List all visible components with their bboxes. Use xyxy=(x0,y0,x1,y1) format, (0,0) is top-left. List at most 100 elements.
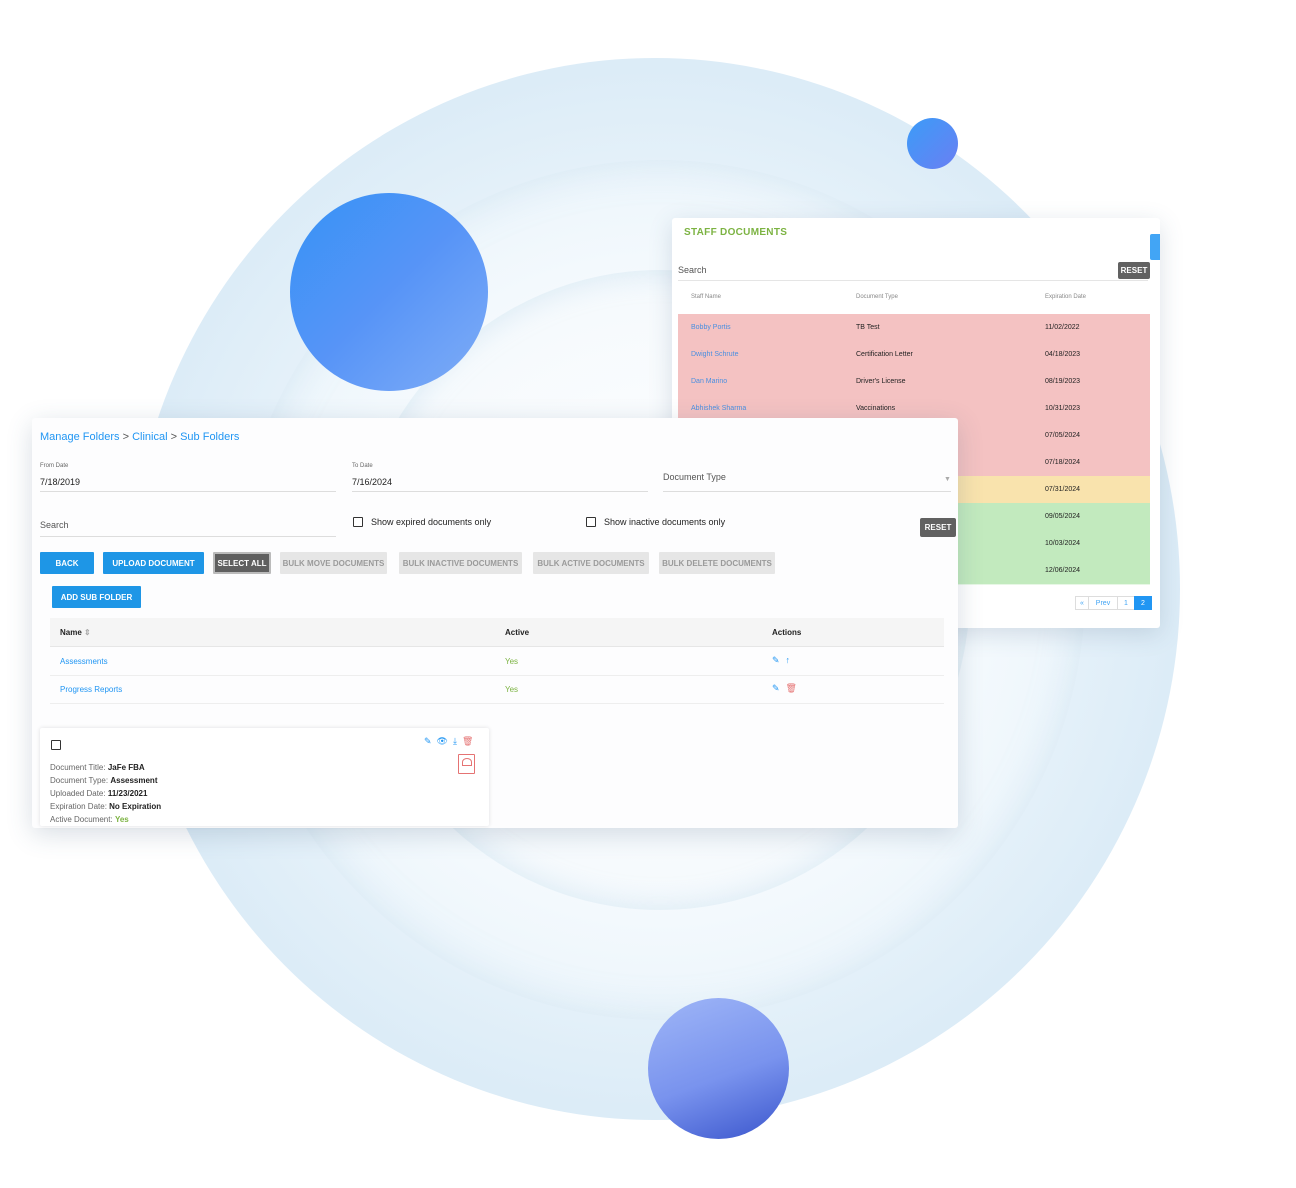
staff-name-link[interactable]: Dwight Schrute xyxy=(691,351,738,358)
show-expired-label: Show expired documents only xyxy=(371,517,492,527)
column-header-name[interactable]: Name ⇕ xyxy=(60,628,91,637)
column-header-name-label: Name xyxy=(60,628,82,637)
uploaded-date-row: Uploaded Date: 11/23/2021 xyxy=(50,789,147,798)
staff-pagination: « Prev 1 2 xyxy=(1075,596,1152,610)
document-title-row: Document Title: JaFe FBA xyxy=(50,763,145,772)
staff-name-link[interactable]: Abhishek Sharma xyxy=(691,405,746,412)
to-date-label: To Date xyxy=(352,463,373,469)
document-select-checkbox[interactable] xyxy=(51,740,61,750)
expiration-date-cell: 12/06/2024 xyxy=(1045,567,1081,574)
folder-table-header xyxy=(50,618,944,647)
breadcrumb-sub-folders: Sub Folders xyxy=(180,431,240,443)
show-inactive-label: Show inactive documents only xyxy=(604,517,726,527)
expiration-date-cell: 11/02/2022 xyxy=(1045,324,1080,331)
add-sub-folder-button[interactable]: ADD SUB FOLDER xyxy=(52,586,141,608)
pagination-prev-button[interactable]: Prev xyxy=(1088,596,1118,610)
document-title-value: JaFe FBA xyxy=(107,763,145,772)
folder-name-link[interactable]: Assessments xyxy=(60,657,108,666)
trash-icon[interactable]: 🗑 xyxy=(462,736,473,747)
document-type-row: Document Type: Assessment xyxy=(50,776,157,785)
expiration-date-cell: 04/18/2023 xyxy=(1045,351,1081,358)
expiration-date-row: Expiration Date: No Expiration xyxy=(50,802,161,811)
search-input[interactable]: Search xyxy=(40,520,69,530)
trash-icon[interactable]: 🗑 xyxy=(786,683,797,694)
document-card: ✎ 👁 ⤓ 🗑 Document Title: JaFe FBA Documen… xyxy=(40,728,489,826)
row-actions: ✎ 🗑 xyxy=(772,683,797,694)
row-actions: ✎ ↑ xyxy=(772,655,790,666)
decorative-sphere-bottom xyxy=(648,998,789,1139)
expiration-date-cell: 08/19/2023 xyxy=(1045,378,1081,385)
search-underline xyxy=(40,536,336,537)
from-date-underline xyxy=(40,491,336,492)
edit-icon[interactable]: ✎ xyxy=(772,655,780,666)
staff-reset-button[interactable]: RESET xyxy=(1118,262,1150,279)
staff-search-input[interactable]: Search xyxy=(678,265,707,275)
document-actions: ✎ 👁 ⤓ 🗑 xyxy=(424,736,473,747)
breadcrumb-manage-folders[interactable]: Manage Folders xyxy=(40,431,120,443)
upload-arrow-icon[interactable]: ↑ xyxy=(786,655,791,666)
show-expired-checkbox[interactable]: Show expired documents only xyxy=(353,517,491,527)
bulk-move-button[interactable]: BULK MOVE DOCUMENTS xyxy=(280,552,387,574)
folder-name-link[interactable]: Progress Reports xyxy=(60,685,122,694)
breadcrumb-separator: > xyxy=(122,431,129,443)
to-date-underline xyxy=(352,491,648,492)
staff-document-row[interactable]: Bobby Portis TB Test 11/02/2022 xyxy=(678,314,1150,342)
breadcrumb-clinical[interactable]: Clinical xyxy=(132,431,167,443)
staff-name-link[interactable]: Dan Marino xyxy=(691,378,727,385)
document-type-cell: Driver's License xyxy=(856,378,906,385)
table-row: Progress Reports Yes ✎ 🗑 xyxy=(50,675,944,704)
document-type-value: Assessment xyxy=(110,776,158,785)
staff-documents-title: STAFF DOCUMENTS xyxy=(684,227,788,238)
staff-search-underline xyxy=(678,280,1148,281)
staff-name-link[interactable]: Bobby Portis xyxy=(691,324,731,331)
pagination-page-1[interactable]: 1 xyxy=(1117,596,1135,610)
eye-icon[interactable]: 👁 xyxy=(437,736,448,747)
staff-document-row[interactable]: Dwight Schrute Certification Letter 04/18/… xyxy=(678,341,1150,369)
panel-side-tab[interactable] xyxy=(1150,234,1160,260)
bulk-inactive-button[interactable]: BULK INACTIVE DOCUMENTS xyxy=(399,552,522,574)
folder-active-status: Yes xyxy=(505,685,519,694)
reset-button[interactable]: RESET xyxy=(920,518,956,537)
show-inactive-checkbox[interactable]: Show inactive documents only xyxy=(586,517,725,527)
expiration-date-cell: 10/03/2024 xyxy=(1045,540,1081,547)
active-document-value: Yes xyxy=(114,815,129,824)
document-type-select[interactable]: Document Type xyxy=(663,472,726,482)
breadcrumb-separator: > xyxy=(170,431,178,443)
pagination-first-button[interactable]: « xyxy=(1075,596,1089,610)
column-header-expiration-date[interactable]: Expiration Date xyxy=(1045,294,1086,300)
from-date-input[interactable]: 7/18/2019 xyxy=(40,477,80,487)
bulk-active-button[interactable]: BULK ACTIVE DOCUMENTS xyxy=(533,552,649,574)
expiration-date-value: No Expiration xyxy=(109,802,162,811)
edit-icon[interactable]: ✎ xyxy=(772,683,780,694)
select-all-button[interactable]: SELECT ALL xyxy=(213,552,271,574)
checkbox-icon[interactable] xyxy=(586,517,596,527)
uploaded-date-value: 11/23/2021 xyxy=(107,789,148,798)
pagination-page-2[interactable]: 2 xyxy=(1134,596,1152,610)
breadcrumb: Manage Folders > Clinical > Sub Folders xyxy=(40,431,239,443)
document-title-label: Document Title: xyxy=(50,763,106,772)
chevron-down-icon[interactable]: ▼ xyxy=(944,476,951,483)
active-document-label: Active Document: xyxy=(50,815,113,824)
expiration-date-label: Expiration Date: xyxy=(50,802,107,811)
column-header-document-type[interactable]: Document Type xyxy=(856,294,898,300)
download-icon[interactable]: ⤓ xyxy=(453,736,457,747)
edit-icon[interactable]: ✎ xyxy=(424,736,432,747)
staff-document-row[interactable]: Dan Marino Driver's License 08/19/2023 xyxy=(678,368,1150,396)
upload-document-button[interactable]: UPLOAD DOCUMENT xyxy=(103,552,204,574)
pdf-file-icon[interactable] xyxy=(458,754,475,774)
decorative-sphere-large xyxy=(290,193,488,391)
folder-active-status: Yes xyxy=(505,657,519,666)
decorative-sphere-small xyxy=(907,118,958,169)
column-header-staff-name[interactable]: Staff Name xyxy=(691,294,721,300)
to-date-input[interactable]: 7/16/2024 xyxy=(352,477,392,487)
back-button[interactable]: BACK xyxy=(40,552,94,574)
document-type-label: Document Type: xyxy=(50,776,109,785)
table-row: Assessments Yes ✎ ↑ xyxy=(50,647,944,676)
expiration-date-cell: 07/05/2024 xyxy=(1045,432,1081,439)
expiration-date-cell: 07/18/2024 xyxy=(1045,459,1081,466)
bulk-delete-button[interactable]: BULK DELETE DOCUMENTS xyxy=(659,552,775,574)
column-header-actions: Actions xyxy=(772,628,802,637)
sort-icon[interactable]: ⇕ xyxy=(84,628,91,637)
active-document-row: Active Document: Yes xyxy=(50,815,129,824)
checkbox-icon[interactable] xyxy=(353,517,363,527)
